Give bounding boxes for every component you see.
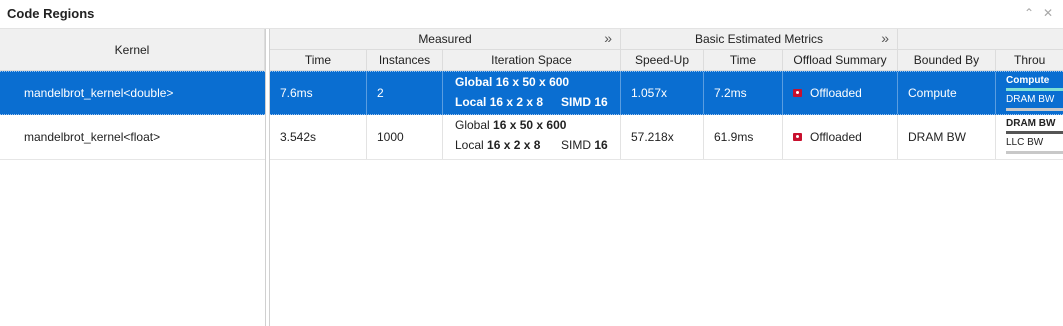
panel-title: Code Regions: [7, 6, 95, 21]
local-value: 16 x 2 x 8: [489, 95, 544, 109]
offload-summary-cell: Offloaded: [783, 72, 898, 114]
group-label-basic-estimated: Basic Estimated Metrics: [694, 32, 824, 46]
group-label-measured: Measured: [418, 32, 472, 46]
kernel-row[interactable]: mandelbrot_kernel<float>: [0, 115, 265, 160]
throughput-secondary: DRAM BW: [1006, 94, 1055, 105]
title-bar: Code Regions ⌃ ✕: [0, 0, 1063, 29]
throughput-secondary-bar: [1006, 108, 1063, 111]
table-row-selected[interactable]: 7.6ms 2 Global 16 x 50 x 600 Local 16 x …: [270, 71, 1063, 115]
simd-label: SIMD: [561, 95, 591, 109]
column-header-offload-summary[interactable]: Offload Summary: [783, 50, 898, 71]
bounded-by-value: DRAM BW: [908, 130, 966, 144]
column-label: Offload Summary: [793, 53, 887, 67]
simd-label: SIMD: [561, 138, 591, 152]
kernel-column-header[interactable]: Kernel: [0, 29, 265, 71]
bounded-by-cell: DRAM BW: [898, 115, 996, 159]
column-label: Speed-Up: [634, 53, 690, 67]
throughput-primary-bar: [1006, 88, 1063, 91]
column-label: Throu: [1014, 53, 1046, 67]
group-header-basic-estimated: Basic Estimated Metrics »: [621, 29, 898, 50]
column-header-est-time[interactable]: Time: [704, 50, 783, 71]
iteration-space-cell: Global 16 x 50 x 600 Local 16 x 2 x 8 SI…: [443, 115, 621, 159]
global-label: Global: [455, 118, 490, 132]
kernel-name: mandelbrot_kernel<float>: [24, 130, 161, 144]
throughput-secondary: LLC BW: [1006, 137, 1044, 148]
column-label: Instances: [378, 53, 431, 67]
global-label: Global: [455, 75, 493, 89]
simd-value: 16: [594, 138, 608, 152]
column-header-instances[interactable]: Instances: [367, 50, 443, 71]
expand-estimated-icon[interactable]: »: [881, 30, 889, 46]
iteration-space-cell: Global 16 x 50 x 600 Local 16 x 2 x 8 SI…: [443, 72, 621, 114]
instances-value: 1000: [377, 130, 404, 144]
est-time-value: 7.2ms: [714, 86, 747, 100]
offload-value: Offloaded: [810, 86, 862, 100]
global-value: 16 x 50 x 600: [495, 75, 570, 89]
column-label: Time: [304, 53, 332, 67]
kernel-name-cell: mandelbrot_kernel<float>: [0, 115, 265, 159]
kernel-pane: Kernel mandelbrot_kernel<double> mandelb…: [0, 29, 265, 326]
est-time-cell: 7.2ms: [704, 72, 783, 114]
kernel-name-cell: mandelbrot_kernel<double>: [0, 72, 265, 114]
iteration-simd: SIMD 16: [561, 95, 608, 109]
speedup-value: 1.057x: [631, 86, 668, 100]
iteration-local: Local 16 x 2 x 8: [455, 95, 543, 109]
expand-measured-icon[interactable]: »: [604, 30, 612, 46]
collapse-icon[interactable]: ⌃: [1024, 6, 1034, 20]
column-header-iteration-space[interactable]: Iteration Space: [443, 50, 621, 71]
est-time-cell: 61.9ms: [704, 115, 783, 159]
column-header-speedup[interactable]: Speed-Up: [621, 50, 704, 71]
kernel-row-selected[interactable]: mandelbrot_kernel<double>: [0, 71, 265, 115]
table-row[interactable]: 3.542s 1000 Global 16 x 50 x 600 Local 1…: [270, 115, 1063, 160]
bounded-by-value: Compute: [908, 86, 957, 100]
column-label: Bounded By: [913, 53, 980, 67]
instances-value: 2: [377, 86, 384, 100]
column-label: Iteration Space: [491, 53, 572, 67]
iteration-local: Local 16 x 2 x 8: [455, 138, 540, 152]
local-value: 16 x 2 x 8: [487, 138, 541, 152]
offload-summary-cell: Offloaded: [783, 115, 898, 159]
group-header-measured: Measured »: [270, 29, 621, 50]
throughput-cell: Compute DRAM BW: [996, 72, 1063, 114]
offload-value: Offloaded: [810, 130, 862, 144]
close-icon[interactable]: ✕: [1043, 6, 1053, 20]
column-header-throughput[interactable]: Throu: [996, 50, 1063, 71]
bounded-by-cell: Compute: [898, 72, 996, 114]
throughput-primary: Compute: [1006, 75, 1050, 86]
time-value: 3.542s: [280, 130, 317, 144]
column-header-bounded-by[interactable]: Bounded By: [898, 50, 996, 71]
time-cell: 3.542s: [270, 115, 367, 159]
simd-value: 16: [594, 95, 608, 109]
throughput-secondary-bar: [1006, 151, 1063, 154]
speedup-cell: 57.218x: [621, 115, 704, 159]
kernel-name: mandelbrot_kernel<double>: [24, 86, 174, 100]
est-time-value: 61.9ms: [714, 130, 754, 144]
iteration-global: Global 16 x 50 x 600: [455, 118, 566, 132]
global-value: 16 x 50 x 600: [493, 118, 567, 132]
offload-icon: [793, 89, 802, 97]
throughput-cell: DRAM BW LLC BW: [996, 115, 1063, 159]
column-header-time[interactable]: Time: [270, 50, 367, 71]
throughput-primary-bar: [1006, 131, 1063, 134]
group-header-empty: [898, 29, 1063, 50]
throughput-primary: DRAM BW: [1006, 118, 1056, 129]
local-label: Local: [455, 95, 487, 109]
time-cell: 7.6ms: [270, 72, 367, 114]
column-label: Time: [729, 53, 757, 67]
kernel-header-label: Kernel: [114, 42, 150, 57]
local-label: Local: [455, 138, 484, 152]
speedup-value: 57.218x: [631, 130, 674, 144]
iteration-simd: SIMD 16: [561, 138, 608, 152]
speedup-cell: 1.057x: [621, 72, 704, 114]
metrics-pane: Measured » Basic Estimated Metrics » Tim…: [270, 29, 1063, 326]
instances-cell: 1000: [367, 115, 443, 159]
offload-icon: [793, 133, 802, 141]
instances-cell: 2: [367, 72, 443, 114]
iteration-global: Global 16 x 50 x 600: [455, 75, 569, 89]
time-value: 7.6ms: [280, 86, 313, 100]
